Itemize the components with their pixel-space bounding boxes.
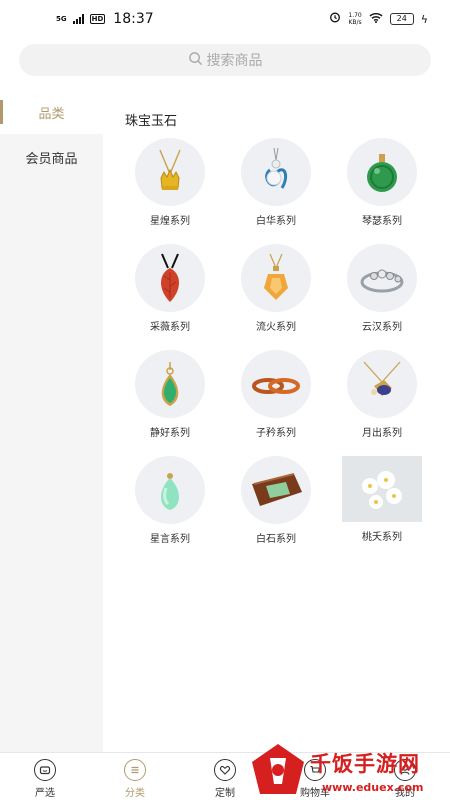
wifi-icon <box>369 11 383 27</box>
status-bar: 5G HD 18:37 1.70 KB/s 24 ϟ <box>0 0 450 38</box>
watermark-url: www.eduex.com <box>322 781 424 794</box>
network-speed: 1.70 KB/s <box>348 12 361 26</box>
white-flowers-image <box>342 456 422 522</box>
product-item[interactable]: 白华系列 <box>223 138 329 228</box>
status-left: 5G HD 18:37 <box>56 11 154 27</box>
product-label: 白华系列 <box>256 216 296 227</box>
watermark-text: 千饭手游网 <box>310 752 420 776</box>
search-icon <box>188 51 203 70</box>
section-title: 珠宝玉石 <box>125 114 178 129</box>
battery-icon: 24 <box>389 13 414 25</box>
sidebar-item-label: 会员商品 <box>25 151 78 167</box>
signal-icon <box>72 14 84 24</box>
clock-time: 18:37 <box>113 11 154 27</box>
product-label: 流火系列 <box>256 322 296 333</box>
category-sidebar: 品类 会员商品 <box>0 90 103 752</box>
gold-crown-necklace-image <box>135 138 205 206</box>
tv-icon <box>34 759 56 781</box>
product-label: 子矜系列 <box>256 428 296 439</box>
crystal-ring-image <box>347 244 417 312</box>
product-item[interactable]: 月出系列 <box>329 350 435 440</box>
product-label: 星煌系列 <box>150 216 190 227</box>
heart-icon <box>214 759 236 781</box>
product-item[interactable]: 桃夭系列 <box>329 456 435 546</box>
search-placeholder: 搜索商品 <box>206 53 263 69</box>
product-item[interactable]: 子矜系列 <box>223 350 329 440</box>
search-input[interactable]: 搜索商品 <box>19 44 431 76</box>
product-item[interactable]: 采薇系列 <box>117 244 223 334</box>
amber-bangles-image <box>241 350 311 418</box>
product-label: 琴瑟系列 <box>362 216 402 227</box>
speed-value: 1.70 <box>348 12 362 19</box>
green-drop-pendant-image <box>135 350 205 418</box>
tab-category[interactable]: 分类 <box>90 753 180 800</box>
watermark: 千饭手游网 www.eduex.com <box>248 738 448 800</box>
tab-featured[interactable]: 严选 <box>0 753 90 800</box>
product-label: 静好系列 <box>150 428 190 439</box>
product-label: 采薇系列 <box>150 322 190 333</box>
product-label: 桃夭系列 <box>362 532 402 543</box>
tab-label: 分类 <box>125 788 145 799</box>
product-label: 月出系列 <box>362 428 402 439</box>
citrine-pendant-image <box>241 244 311 312</box>
green-jade-ball-image <box>347 138 417 206</box>
jade-drop-image <box>135 456 205 524</box>
product-grid: 星煌系列 白华系列 琴瑟系列 采薇系列 流火系列 云汉系列 静好系列 子矜系列 … <box>117 138 435 546</box>
status-right: 1.70 KB/s 24 ϟ <box>329 11 428 27</box>
product-item[interactable]: 云汉系列 <box>329 244 435 334</box>
product-item[interactable]: 白石系列 <box>223 456 329 546</box>
speed-unit: KB/s <box>348 19 362 26</box>
product-item[interactable]: 星言系列 <box>117 456 223 546</box>
white-jade-pendant-image <box>241 138 311 206</box>
product-item[interactable]: 琴瑟系列 <box>329 138 435 228</box>
product-item[interactable]: 静好系列 <box>117 350 223 440</box>
sapphire-necklace-image <box>347 350 417 418</box>
red-leaf-pendant-image <box>135 244 205 312</box>
tab-label: 定制 <box>215 788 235 799</box>
product-label: 星言系列 <box>150 534 190 545</box>
product-item[interactable]: 星煌系列 <box>117 138 223 228</box>
watermark-logo-icon <box>252 744 304 794</box>
tab-label: 严选 <box>35 788 55 799</box>
sidebar-item-member-products[interactable]: 会员商品 <box>0 134 103 180</box>
hd-badge: HD <box>89 14 106 24</box>
alarm-icon <box>329 11 341 27</box>
list-icon <box>124 759 146 781</box>
stone-slab-image <box>241 456 311 524</box>
charging-icon: ϟ <box>420 12 428 26</box>
product-item[interactable]: 流火系列 <box>223 244 329 334</box>
sidebar-item-label: 品类 <box>38 106 65 122</box>
product-label: 云汉系列 <box>362 322 402 333</box>
product-label: 白石系列 <box>256 534 296 545</box>
network-label: 5G <box>56 14 67 23</box>
sidebar-item-category[interactable]: 品类 <box>0 90 103 134</box>
